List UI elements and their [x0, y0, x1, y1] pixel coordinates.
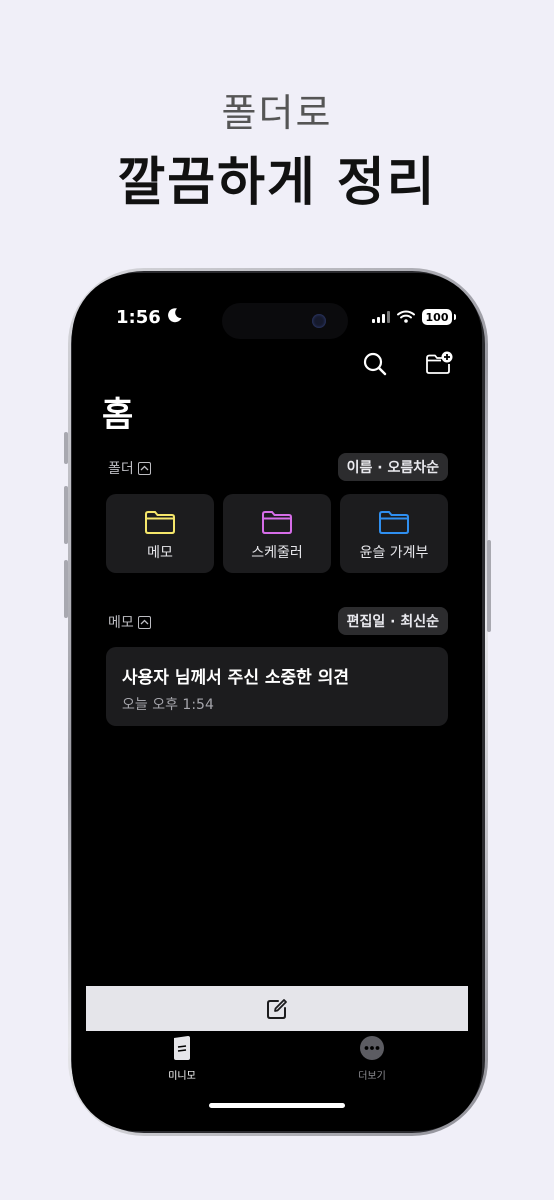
moon-icon: [167, 307, 183, 328]
app-screen: 1:56 100 홈 폴더 이름 · 오름차순 메모 스케줄러 윤슬 가계부 메…: [72, 273, 482, 1131]
dynamic-island: [222, 303, 348, 339]
folder-icon: [379, 511, 409, 534]
memos-sort-button[interactable]: 편집일 · 최신순: [337, 607, 448, 635]
status-indicators: 100: [372, 305, 456, 329]
wifi-icon: [397, 308, 415, 327]
phone-side-button: [64, 560, 68, 618]
memos-section-header[interactable]: 메모: [108, 612, 151, 632]
battery-indicator: 100: [422, 309, 456, 325]
headline-sub: 폴더로: [221, 91, 333, 135]
folder-icon: [145, 511, 175, 534]
phone-side-button: [487, 540, 491, 632]
notes-icon: [174, 1036, 190, 1060]
phone-side-button: [64, 432, 68, 464]
folders-section-label: 폴더: [108, 461, 134, 477]
memo-title: 사용자 님께서 주신 소중한 의견: [122, 668, 349, 688]
folder-icon: [262, 511, 292, 534]
status-time: 1:56: [116, 305, 183, 329]
compose-icon: [267, 999, 287, 1019]
status-time-text: 1:56: [116, 306, 161, 328]
signal-icon: [372, 308, 390, 327]
folder-name: 윤슬 가계부: [359, 545, 429, 561]
tab-minimo[interactable]: 미니모: [142, 1035, 222, 1082]
folders-sort-button[interactable]: 이름 · 오름차순: [337, 453, 448, 481]
memo-card[interactable]: 사용자 님께서 주신 소중한 의견 오늘 오후 1:54: [106, 647, 448, 726]
folder-card[interactable]: 메모: [106, 494, 214, 573]
chevron-up-icon[interactable]: [137, 615, 151, 629]
chevron-up-icon[interactable]: [137, 461, 151, 475]
folder-plus-icon[interactable]: [424, 349, 454, 379]
home-indicator: [209, 1103, 345, 1108]
search-icon[interactable]: [360, 349, 390, 379]
more-icon: [360, 1036, 384, 1060]
phone-side-button: [64, 486, 68, 544]
memo-date: 오늘 오후 1:54: [122, 697, 214, 713]
tab-label: 미니모: [168, 1071, 196, 1082]
tab-label: 더보기: [358, 1071, 386, 1082]
tab-more[interactable]: 더보기: [332, 1035, 412, 1082]
memos-section-label: 메모: [108, 615, 134, 631]
page-title: 홈: [102, 395, 134, 435]
headline-main: 깔끔하게 정리: [117, 153, 437, 213]
compose-button[interactable]: [86, 986, 468, 1031]
folder-name: 메모: [147, 545, 173, 561]
folder-card[interactable]: 윤슬 가계부: [340, 494, 448, 573]
folders-section-header[interactable]: 폴더: [108, 458, 151, 478]
folder-card[interactable]: 스케줄러: [223, 494, 331, 573]
folder-name: 스케줄러: [251, 545, 303, 561]
